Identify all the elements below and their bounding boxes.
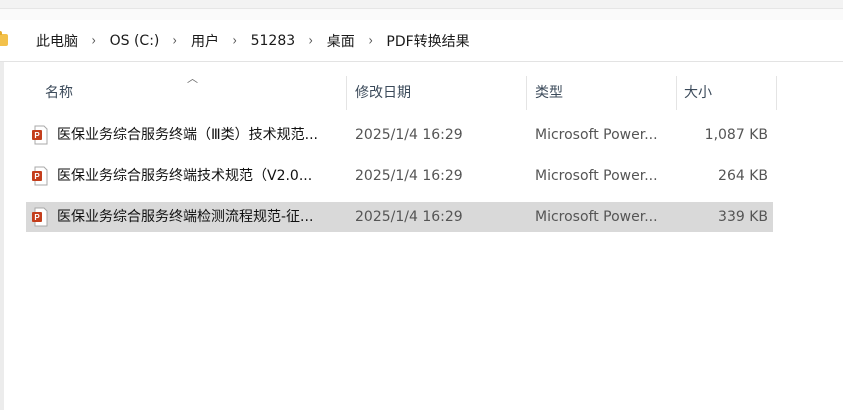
powerpoint-file-icon: P (32, 166, 48, 186)
file-date: 2025/1/4 16:29 (355, 127, 463, 143)
file-row-selected[interactable]: P 医保业务综合服务终端检测流程规范-征... 2025/1/4 16:29 M… (26, 202, 773, 232)
navigation-pane-edge (0, 62, 4, 410)
file-date: 2025/1/4 16:29 (355, 168, 463, 184)
sort-ascending-icon: ︿ (187, 72, 198, 85)
toolbar-strip (0, 8, 843, 20)
file-name: 医保业务综合服务终端（Ⅲ类）技术规范... (57, 127, 319, 143)
window-title-area (0, 0, 843, 20)
breadcrumb-item-current-folder[interactable]: PDF转换结果 (386, 31, 469, 51)
file-size: 264 KB (718, 168, 768, 184)
svg-text:P: P (34, 131, 40, 140)
svg-text:P: P (34, 172, 40, 181)
file-name: 医保业务综合服务终端技术规范（V2.0... (57, 168, 313, 184)
breadcrumb-item-desktop[interactable]: 桌面 (327, 31, 355, 51)
file-type: Microsoft Power... (535, 168, 658, 184)
breadcrumb: 此电脑 › OS (C:) › 用户 › 51283 › 桌面 › PDF转换结… (36, 31, 470, 51)
file-name: 医保业务综合服务终端检测流程规范-征... (57, 209, 314, 225)
breadcrumb-item-drive[interactable]: OS (C:) (110, 33, 160, 49)
column-header-name[interactable]: 名称 (45, 76, 73, 110)
chevron-right-icon[interactable]: › (233, 33, 237, 49)
file-date: 2025/1/4 16:29 (355, 209, 463, 225)
chevron-right-icon[interactable]: › (368, 33, 372, 49)
file-row[interactable]: P 医保业务综合服务终端技术规范（V2.0... 2025/1/4 16:29 … (26, 161, 773, 191)
svg-text:P: P (34, 213, 40, 222)
breadcrumb-item-this-pc[interactable]: 此电脑 (36, 31, 78, 51)
column-divider[interactable] (526, 76, 527, 110)
chevron-right-icon[interactable]: › (173, 33, 177, 49)
powerpoint-file-icon: P (32, 207, 48, 227)
file-type: Microsoft Power... (535, 127, 658, 143)
column-divider[interactable] (676, 76, 677, 110)
powerpoint-file-icon: P (32, 125, 48, 145)
column-divider[interactable] (346, 76, 347, 110)
column-divider[interactable] (776, 76, 777, 110)
file-type: Microsoft Power... (535, 209, 658, 225)
folder-icon (0, 31, 8, 46)
column-headers: ︿ 名称 修改日期 类型 大小 (26, 72, 786, 110)
chevron-right-icon[interactable]: › (309, 33, 313, 49)
column-header-date[interactable]: 修改日期 (355, 76, 411, 110)
breadcrumb-item-user[interactable]: 51283 (251, 33, 296, 49)
file-size: 339 KB (718, 209, 768, 225)
column-header-type[interactable]: 类型 (535, 76, 563, 110)
file-row[interactable]: P 医保业务综合服务终端（Ⅲ类）技术规范... 2025/1/4 16:29 M… (26, 120, 773, 150)
file-size: 1,087 KB (704, 127, 768, 143)
breadcrumb-item-users[interactable]: 用户 (191, 31, 219, 51)
address-bar[interactable]: 此电脑 › OS (C:) › 用户 › 51283 › 桌面 › PDF转换结… (0, 20, 843, 62)
column-header-size[interactable]: 大小 (684, 76, 712, 110)
chevron-right-icon[interactable]: › (92, 33, 96, 49)
